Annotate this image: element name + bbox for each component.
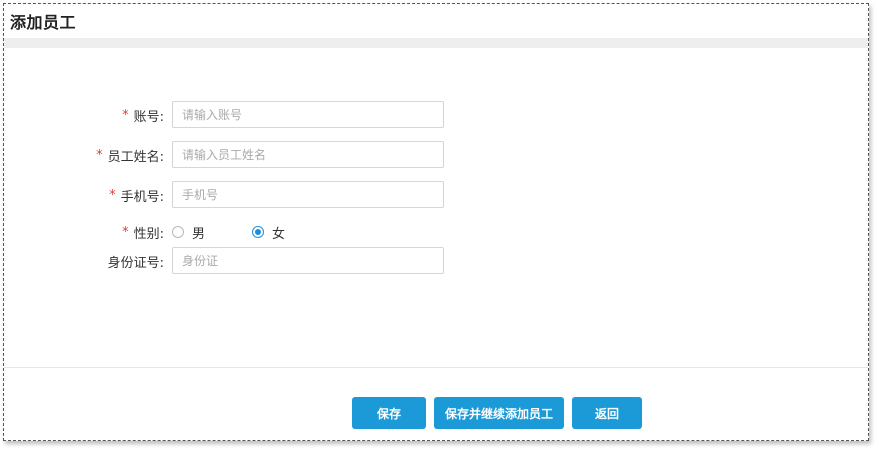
id-card-input[interactable] <box>172 247 444 274</box>
gender-label: 性别: <box>133 226 164 242</box>
add-employee-panel: 添加员工 * 账号: * 员工姓名: * 手机号: * 性别: 男 女 身份证号… <box>3 3 869 441</box>
gender-male-label: 男 <box>192 226 206 242</box>
required-mark: * <box>96 147 103 163</box>
account-label-wrap: * 账号: <box>4 101 164 129</box>
required-mark: * <box>122 107 129 123</box>
page-title: 添加员工 <box>10 13 77 32</box>
required-mark: * <box>122 224 129 240</box>
account-label: 账号: <box>133 109 164 125</box>
id-card-label-wrap: 身份证号: <box>4 247 164 275</box>
gender-female-label: 女 <box>272 226 286 242</box>
required-mark: * <box>109 187 116 203</box>
radio-checked-icon <box>252 226 264 238</box>
gender-radio-group: 男 女 <box>172 218 285 246</box>
back-button[interactable]: 返回 <box>572 397 642 429</box>
employee-name-input[interactable] <box>172 141 444 168</box>
gender-label-wrap: * 性别: <box>4 218 164 246</box>
save-and-continue-button[interactable]: 保存并继续添加员工 <box>434 397 564 429</box>
title-separator <box>4 38 868 48</box>
radio-circle-icon <box>172 226 184 238</box>
account-input[interactable] <box>172 101 444 128</box>
name-label-wrap: * 员工姓名: <box>4 141 164 169</box>
phone-label-wrap: * 手机号: <box>4 181 164 209</box>
footer-divider <box>4 367 868 368</box>
gender-radio-female[interactable]: 女 <box>252 223 285 242</box>
phone-input[interactable] <box>172 181 444 208</box>
phone-label: 手机号: <box>120 189 164 205</box>
save-button[interactable]: 保存 <box>352 397 426 429</box>
name-label: 员工姓名: <box>107 149 164 165</box>
id-card-label: 身份证号: <box>107 255 164 271</box>
gender-radio-male[interactable]: 男 <box>172 223 252 242</box>
